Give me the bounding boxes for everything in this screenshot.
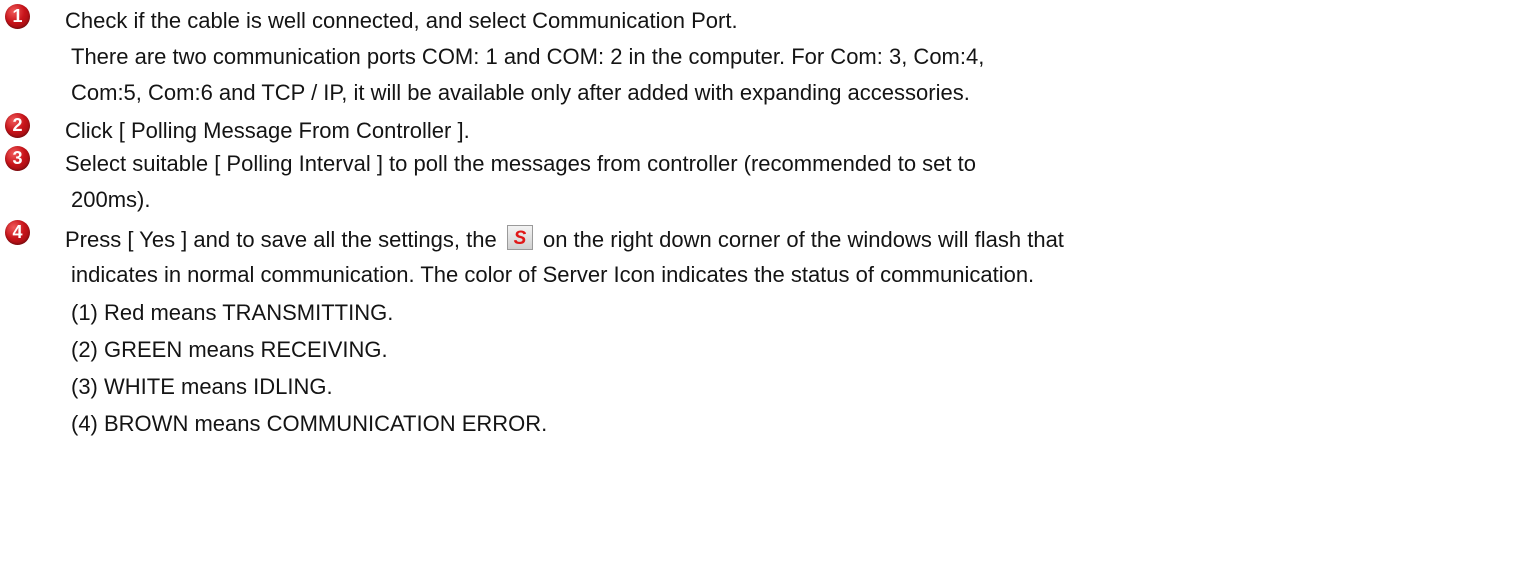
svg-text:S: S <box>514 228 527 249</box>
step-4-number-icon: 4 <box>5 220 30 245</box>
server-s-icon: S <box>506 225 533 250</box>
status-item-receiving: (2) GREEN means RECEIVING. <box>71 337 388 362</box>
step-3-text-line-2: 200ms). <box>71 187 151 212</box>
step-4-text-before-icon: Press [ Yes ] and to save all the settin… <box>65 227 497 252</box>
step-3-text-line-1: Select suitable [ Polling Interval ] to … <box>65 151 976 176</box>
step-1-text-line-2: There are two communication ports COM: 1… <box>71 44 985 69</box>
step-4-text-line-1: Press [ Yes ] and to save all the settin… <box>65 225 1064 253</box>
step-1-number-icon: 1 <box>5 4 30 29</box>
step-2-number-icon: 2 <box>5 113 30 138</box>
step-4-text-line-2: indicates in normal communication. The c… <box>71 262 1035 287</box>
step-3-number-icon: 3 <box>5 146 30 171</box>
step-4-text-after-icon: on the right down corner of the windows … <box>542 227 1064 252</box>
step-1-text-line-3: Com:5, Com:6 and TCP / IP, it will be av… <box>71 80 970 105</box>
step-2-text-line-1: Click [ Polling Message From Controller … <box>65 118 470 143</box>
status-item-idling: (3) WHITE means IDLING. <box>71 374 333 399</box>
step-1-text-line-1: Check if the cable is well connected, an… <box>65 8 738 33</box>
status-item-transmitting: (1) Red means TRANSMITTING. <box>71 300 394 325</box>
status-item-communication-error: (4) BROWN means COMMUNICATION ERROR. <box>71 411 548 436</box>
